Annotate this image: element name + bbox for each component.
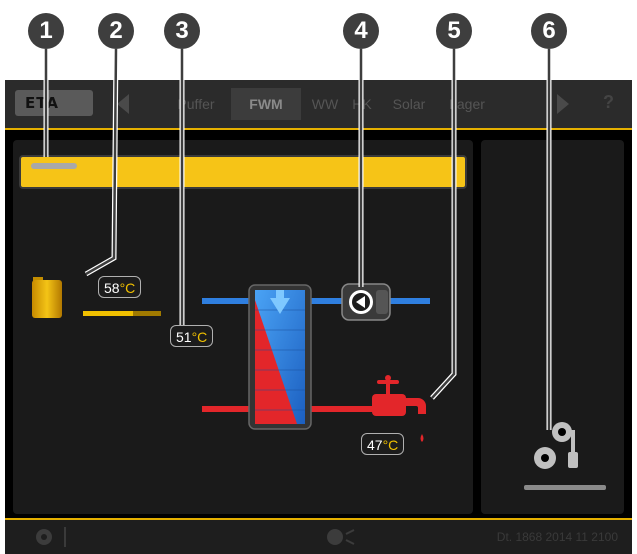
callout-leaders [43,48,552,430]
